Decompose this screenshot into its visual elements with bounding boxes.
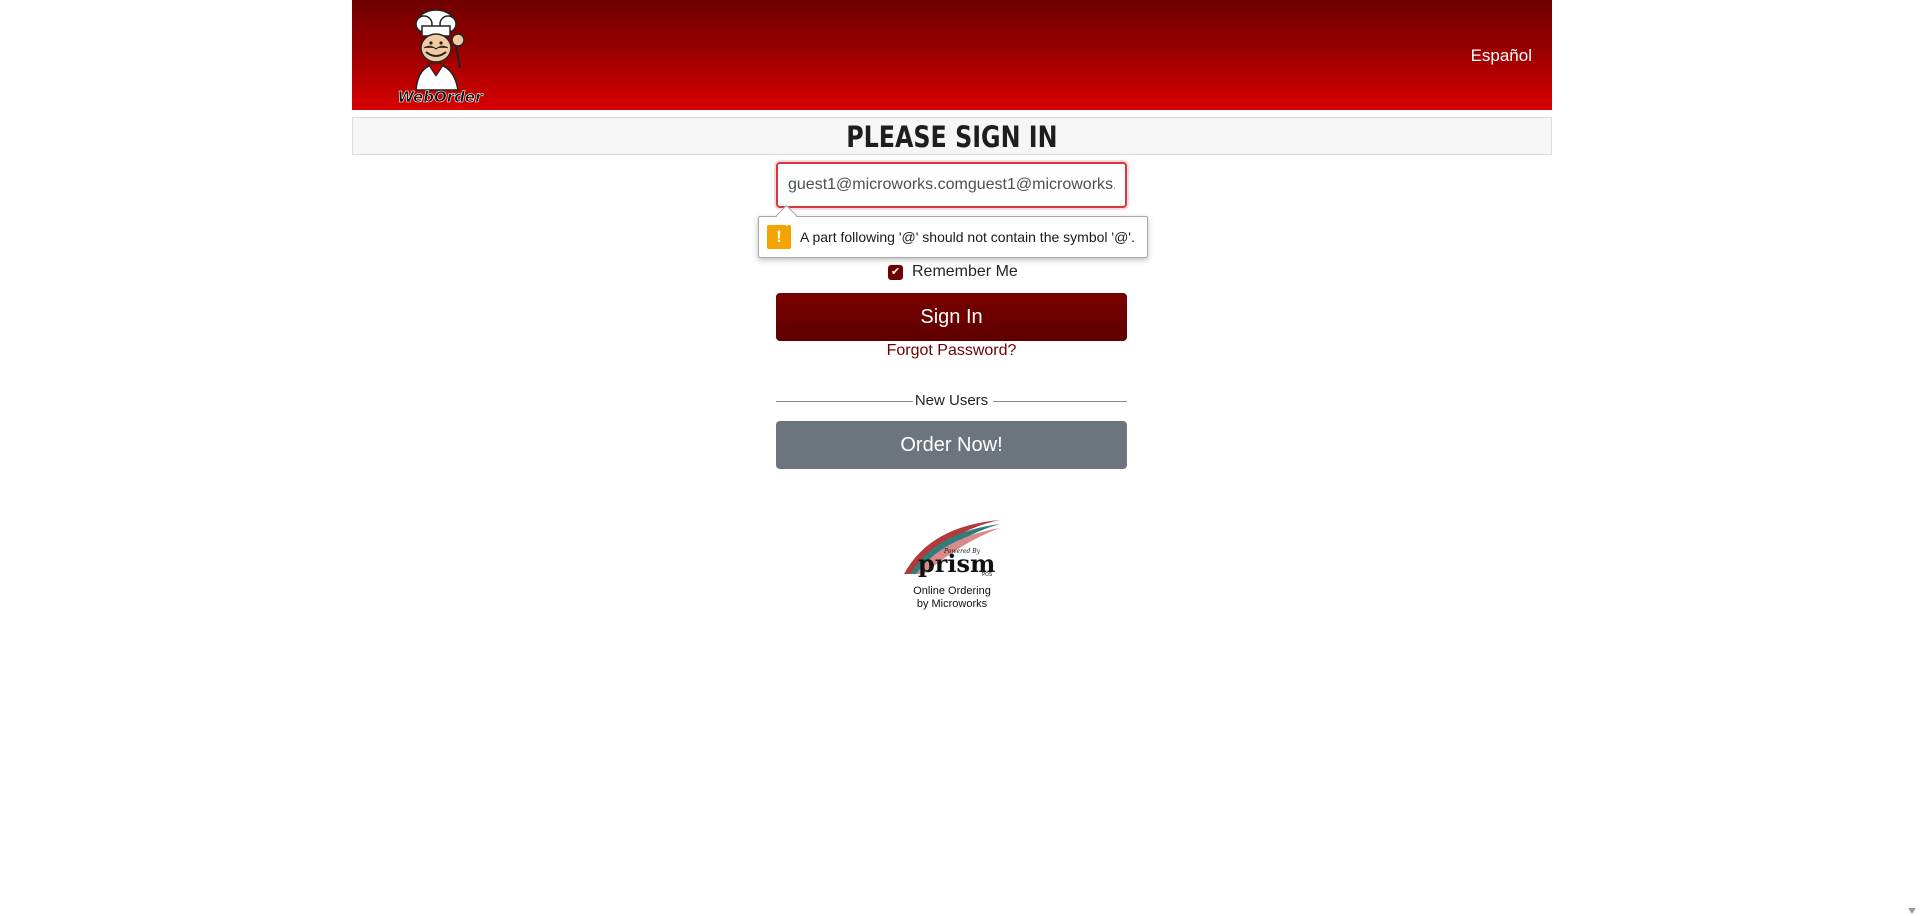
prism-logo-icon: Powered By prism POS [904, 520, 1000, 578]
checkmark-icon: ✔ [890, 265, 901, 278]
scroll-down-icon[interactable] [1908, 908, 1916, 914]
new-users-divider: New Users [776, 392, 1127, 412]
remember-label[interactable]: Remember Me [912, 263, 1018, 281]
sign-in-button[interactable]: Sign In [776, 293, 1127, 341]
prism-pos-text: POS [982, 572, 992, 578]
remember-checkbox[interactable]: ✔ [888, 264, 903, 280]
page-title: PLEASE SIGN IN [846, 120, 1058, 154]
order-now-button[interactable]: Order Now! [776, 421, 1127, 469]
remember-me[interactable]: ✔ Remember Me [888, 263, 1018, 281]
prism-caption-line1: Online Ordering [913, 585, 991, 597]
site-header: WebOrder Español [352, 0, 1552, 110]
email-field[interactable] [776, 162, 1127, 208]
brand-text: WebOrder [398, 88, 485, 106]
warning-icon: ! [767, 225, 791, 249]
divider-line-right [993, 401, 1127, 402]
validation-message: A part following '@' should not contain … [800, 229, 1135, 245]
page-container: WebOrder Español PLEASE SIGN IN [352, 0, 1552, 155]
prism-caption: Online Ordering by Microworks [900, 585, 1004, 611]
title-bar: PLEASE SIGN IN [352, 117, 1552, 155]
validation-tooltip: ! A part following '@' should not contai… [758, 216, 1148, 258]
prism-footer: Powered By prism POS Online Ordering by … [900, 516, 1004, 611]
language-toggle-link[interactable]: Español [1471, 46, 1532, 66]
prism-caption-line2: by Microworks [916, 598, 988, 610]
chef-logo-icon[interactable]: WebOrder [388, 4, 492, 108]
email-field-wrapper [776, 162, 1127, 208]
forgot-password-link[interactable]: Forgot Password? [776, 342, 1127, 360]
